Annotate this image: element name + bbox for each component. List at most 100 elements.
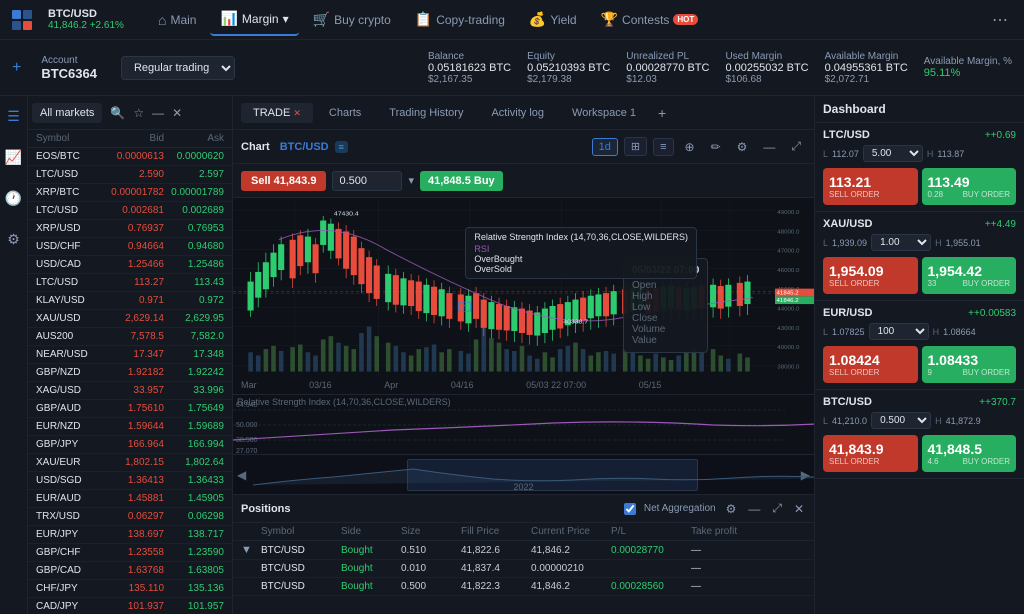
buy-price-display: 41,848.5 Buy [420, 171, 503, 191]
instrument-name: BTC/USD [823, 396, 872, 408]
buy-order-card[interactable]: 113.49 0.28 BUY ORDER [922, 168, 1017, 205]
markets-search-icon[interactable]: 🔍 [108, 104, 127, 122]
chart-settings-icon[interactable]: ⚙ [732, 137, 753, 157]
nav-main[interactable]: ⌂ Main [148, 4, 206, 36]
nav-yield[interactable]: 💰 Yield [519, 4, 587, 36]
sell-price: 113.21 [829, 174, 912, 190]
market-row[interactable]: LTC/USD 2.590 2.597 [28, 166, 232, 184]
chart-header: Chart BTC/USD ≡ 1d ⊞ ≡ ⊕ ✏ ⚙ — ⤢ [233, 130, 814, 164]
market-row[interactable]: GBP/NZD 1.92182 1.92242 [28, 364, 232, 382]
tab-charts[interactable]: Charts [317, 103, 373, 123]
buy-label: BUY ORDER [963, 368, 1010, 377]
chart-maximize-icon[interactable]: ⤢ [786, 136, 806, 157]
nav-contests[interactable]: 🏆 Contests HOT [591, 4, 709, 36]
instrument-size-select[interactable]: 100 [869, 323, 929, 340]
sell-order-card[interactable]: 1.08424 SELL ORDER [823, 346, 918, 383]
svg-text:41846.2: 41846.2 [777, 299, 799, 304]
market-row[interactable]: TRX/USD 0.06297 0.06298 [28, 508, 232, 526]
main-content: ☰ 📈 🕐 ⚙ All markets 🔍 ☆ — ✕ Symbol Bid A… [0, 96, 1024, 614]
market-row[interactable]: XAG/USD 33.957 33.996 [28, 382, 232, 400]
ticker-price: 41,846.2 +2.61% [48, 20, 128, 31]
market-row[interactable]: GBP/CAD 1.63768 1.63805 [28, 562, 232, 580]
chart-minimize-icon[interactable]: — [758, 137, 780, 157]
buy-order-card[interactable]: 1,954.42 33 BUY ORDER [922, 257, 1017, 294]
market-row[interactable]: GBP/AUD 1.75610 1.75649 [28, 400, 232, 418]
sell-order-card[interactable]: 41,843.9 SELL ORDER [823, 435, 918, 472]
market-row[interactable]: XRP/USD 0.76937 0.76953 [28, 220, 232, 238]
order-bar: Sell 41,843.9 ▾ 41,848.5 Buy [233, 164, 814, 198]
chart-indicators-button[interactable]: ⊞ [624, 137, 647, 156]
market-row[interactable]: XAU/USD 2,629.14 2,629.95 [28, 310, 232, 328]
chart-crosshair-icon[interactable]: ⊕ [680, 137, 700, 157]
instrument-name: LTC/USD [823, 129, 870, 141]
order-price-input[interactable] [332, 171, 402, 191]
sell-order-card[interactable]: 1,954.09 SELL ORDER [823, 257, 918, 294]
buy-order-card[interactable]: 1.08433 9 BUY ORDER [922, 346, 1017, 383]
market-row[interactable]: KLAY/USD 0.971 0.972 [28, 292, 232, 310]
chart-draw-icon[interactable]: ✏ [706, 137, 726, 157]
tab-activity-log[interactable]: Activity log [479, 103, 556, 123]
nav-copy-trading[interactable]: 📋 Copy-trading [405, 4, 515, 36]
chart-timeframe-1d[interactable]: 1d [592, 138, 618, 156]
sidebar-settings-icon[interactable]: ⚙ [3, 227, 24, 252]
position-row[interactable]: BTC/USD Bought 0.500 41,822.3 41,846.2 0… [233, 578, 814, 596]
market-row[interactable]: NEAR/USD 17.347 17.348 [28, 346, 232, 364]
market-row[interactable]: USD/CHF 0.94664 0.94680 [28, 238, 232, 256]
markets-star-icon[interactable]: ☆ [131, 104, 146, 122]
market-row[interactable]: LTC/USD 0.002681 0.002689 [28, 202, 232, 220]
tab-trade[interactable]: TRADE ✕ [241, 103, 313, 123]
positions-maximize-icon[interactable]: ⤢ [770, 499, 784, 518]
market-row[interactable]: USD/CAD 1.25466 1.25486 [28, 256, 232, 274]
instrument-size-select[interactable]: 0.500 [871, 412, 931, 429]
market-row[interactable]: USD/SGD 1.36413 1.36433 [28, 472, 232, 490]
market-row[interactable]: AUS200 7,578.5 7,582.0 [28, 328, 232, 346]
market-row[interactable]: EUR/AUD 1.45881 1.45905 [28, 490, 232, 508]
nav-more-button[interactable]: ⋯ [984, 6, 1016, 34]
sidebar-activity-icon[interactable]: 🕐 [1, 186, 26, 211]
market-row[interactable]: GBP/CHF 1.23558 1.23590 [28, 544, 232, 562]
sidebar-trade-icon[interactable]: ☰ [3, 104, 24, 129]
spread-value: 4.6 [928, 457, 939, 466]
market-row[interactable]: EUR/NZD 1.59644 1.59689 [28, 418, 232, 436]
tab-workspace-1[interactable]: Workspace 1 [560, 103, 648, 123]
spread-value: 33 [928, 279, 937, 288]
markets-minimize-icon[interactable]: — [150, 104, 166, 122]
market-row[interactable]: XAU/EUR 1,802.15 1,802.64 [28, 454, 232, 472]
instrument-change: ++4.49 [985, 219, 1016, 230]
positions-minimize-icon[interactable]: — [746, 500, 762, 518]
markets-list[interactable]: EOS/BTC 0.0000613 0.0000620 LTC/USD 2.59… [28, 148, 232, 614]
sidebar-chart-icon[interactable]: 📈 [1, 145, 26, 170]
hot-badge: HOT [673, 14, 698, 25]
markets-close-icon[interactable]: ✕ [170, 104, 184, 122]
position-row[interactable]: BTC/USD Bought 0.010 41,837.4 0.00000210… [233, 560, 814, 578]
nav-buy-crypto[interactable]: 🛒 Buy crypto [303, 4, 401, 36]
sell-order-card[interactable]: 113.21 SELL ORDER [823, 168, 918, 205]
instrument-size-select[interactable]: 1.00 [871, 234, 931, 251]
market-row[interactable]: LTC/USD 113.27 113.43 [28, 274, 232, 292]
sell-order-button[interactable]: Sell 41,843.9 [241, 171, 326, 191]
tab-add-button[interactable]: + [652, 103, 672, 123]
positions-close-icon[interactable]: ✕ [792, 500, 806, 518]
market-row[interactable]: EOS/BTC 0.0000613 0.0000620 [28, 148, 232, 166]
add-account-button[interactable]: + [12, 59, 21, 77]
positions-settings-icon[interactable]: ⚙ [724, 500, 739, 518]
chart-type-button[interactable]: ≡ [653, 138, 673, 156]
buy-order-card[interactable]: 41,848.5 4.6 BUY ORDER [922, 435, 1017, 472]
market-row[interactable]: CHF/JPY 135.110 135.136 [28, 580, 232, 598]
market-row[interactable]: CAD/JPY 101.937 101.957 [28, 598, 232, 614]
nav-margin[interactable]: 📊 Margin ▾ [210, 4, 298, 36]
svg-text:40338.7: 40338.7 [563, 319, 588, 325]
tab-trading-history[interactable]: Trading History [377, 103, 475, 123]
position-row[interactable]: ▼ BTC/USD Bought 0.510 41,822.6 41,846.2… [233, 541, 814, 560]
market-row[interactable]: XRP/BTC 0.00001782 0.00001789 [28, 184, 232, 202]
market-row[interactable]: GBP/JPY 166.964 166.994 [28, 436, 232, 454]
trading-mode-select[interactable]: Regular trading [121, 56, 235, 80]
markets-tab-all[interactable]: All markets [32, 103, 102, 123]
instrument-size-select[interactable]: 5.00 [863, 145, 923, 162]
chart-scrollbar[interactable]: ◀ ▶ 2022 [233, 454, 814, 494]
logo[interactable] [8, 6, 36, 34]
market-row[interactable]: EUR/JPY 138.697 138.717 [28, 526, 232, 544]
chart-scroll-left-icon[interactable]: ◀ [237, 468, 246, 482]
used-margin-section: Used Margin 0.00255032 BTC $106.68 [725, 51, 808, 85]
net-aggregation-checkbox[interactable] [624, 503, 636, 515]
